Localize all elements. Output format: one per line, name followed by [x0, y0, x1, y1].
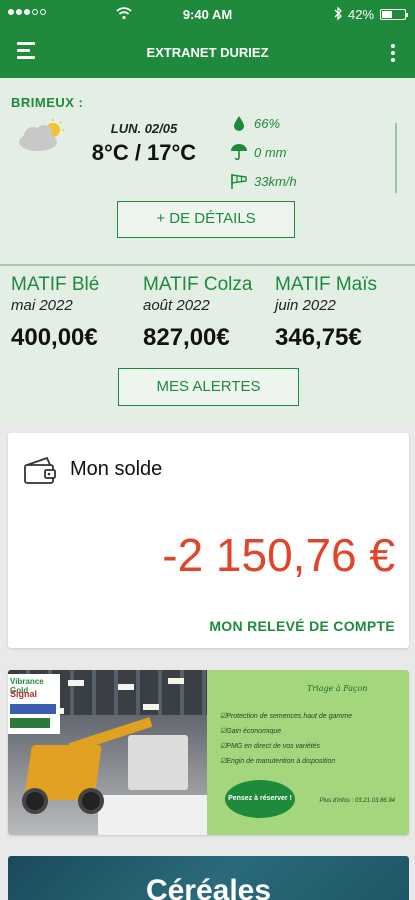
- promo-contact: Plus d'infos : 03.21.03.86.94: [319, 798, 395, 804]
- category-card-cereales[interactable]: Céréales: [8, 856, 409, 900]
- more-vertical-icon[interactable]: [391, 44, 397, 65]
- droplet-icon: [230, 114, 248, 132]
- umbrella-icon: [230, 143, 248, 161]
- status-bar: 9:40 AM 42%: [0, 0, 415, 28]
- humidity-stat: 66%: [230, 113, 280, 133]
- balance-card[interactable]: Mon solde -2 150,76 € MON RELEVÉ DE COMP…: [8, 433, 409, 648]
- matif-item-ble[interactable]: MATIF Blé mai 2022 400,00€: [11, 274, 146, 352]
- promo-item: ☑Gain économique: [220, 728, 282, 735]
- matif-item-colza[interactable]: MATIF Colza août 2022 827,00€: [143, 274, 278, 352]
- matif-name: MATIF Blé: [11, 274, 100, 295]
- weather-city: BRIMEUX :: [11, 95, 84, 110]
- promo-title: Triage à Façon: [307, 684, 368, 693]
- weather-date: LUN. 02/05: [110, 121, 178, 136]
- promo-seal: Pensez à réserver !: [225, 780, 295, 818]
- matif-price: 346,75€: [275, 324, 362, 351]
- category-title: Céréales: [145, 874, 272, 900]
- matif-item-mais[interactable]: MATIF Maïs juin 2022 346,75€: [275, 274, 410, 352]
- my-alerts-button[interactable]: MES ALERTES: [118, 368, 299, 406]
- cloud-sun-icon: [19, 119, 64, 151]
- bluetooth-icon: [334, 6, 342, 21]
- promo-item: ☑Engin de manutention à disposition: [220, 758, 336, 765]
- warehouse-photo: Vibrance Gold Signal: [8, 670, 207, 835]
- wind-value: 33km/h: [254, 173, 297, 189]
- matif-date: juin 2022: [275, 297, 336, 314]
- matif-name: MATIF Colza: [143, 274, 253, 295]
- divider: [395, 123, 397, 193]
- battery-icon: [380, 9, 408, 20]
- balance-label: Mon solde: [70, 458, 163, 480]
- divider: [0, 264, 415, 266]
- humidity-value: 66%: [254, 115, 281, 131]
- weather-details-button[interactable]: + DE DÉTAILS: [117, 201, 295, 238]
- app-bar: EXTRANET DURIEZ: [0, 28, 415, 78]
- promo-banner[interactable]: Vibrance Gold Signal Triage à Façon ☑Pro…: [8, 670, 409, 835]
- rain-stat: 0 mm: [230, 142, 287, 162]
- matif-price: 827,00€: [143, 324, 230, 351]
- app-title: EXTRANET DURIEZ: [146, 45, 269, 60]
- weather-temperature: 8°C / 17°C: [91, 140, 197, 165]
- account-statement-link[interactable]: MON RELEVÉ DE COMPTE: [209, 618, 395, 634]
- logo-signal: Signal: [10, 689, 38, 699]
- weather-matif-card: BRIMEUX : LUN. 02/05 8°C / 17°C 66% 0 mm…: [0, 78, 415, 424]
- matif-date: août 2022: [143, 297, 210, 314]
- windsock-icon: [230, 172, 248, 190]
- balance-amount: -2 150,76 €: [162, 529, 395, 581]
- battery-percent: 42%: [348, 7, 375, 22]
- promo-item: ☑PMG en direct de vos variétés: [220, 743, 321, 750]
- wind-stat: 33km/h: [230, 171, 297, 191]
- rain-value: 0 mm: [254, 144, 287, 160]
- matif-price: 400,00€: [11, 324, 98, 351]
- wallet-icon: [24, 456, 56, 484]
- promo-item: ☑Protection de semences haut de gamme: [220, 713, 352, 720]
- matif-date: mai 2022: [11, 297, 73, 314]
- brand-logos: Vibrance Gold Signal: [8, 674, 60, 734]
- matif-name: MATIF Maïs: [275, 274, 378, 295]
- promo-text-panel: Triage à Façon ☑Protection de semences h…: [207, 670, 409, 835]
